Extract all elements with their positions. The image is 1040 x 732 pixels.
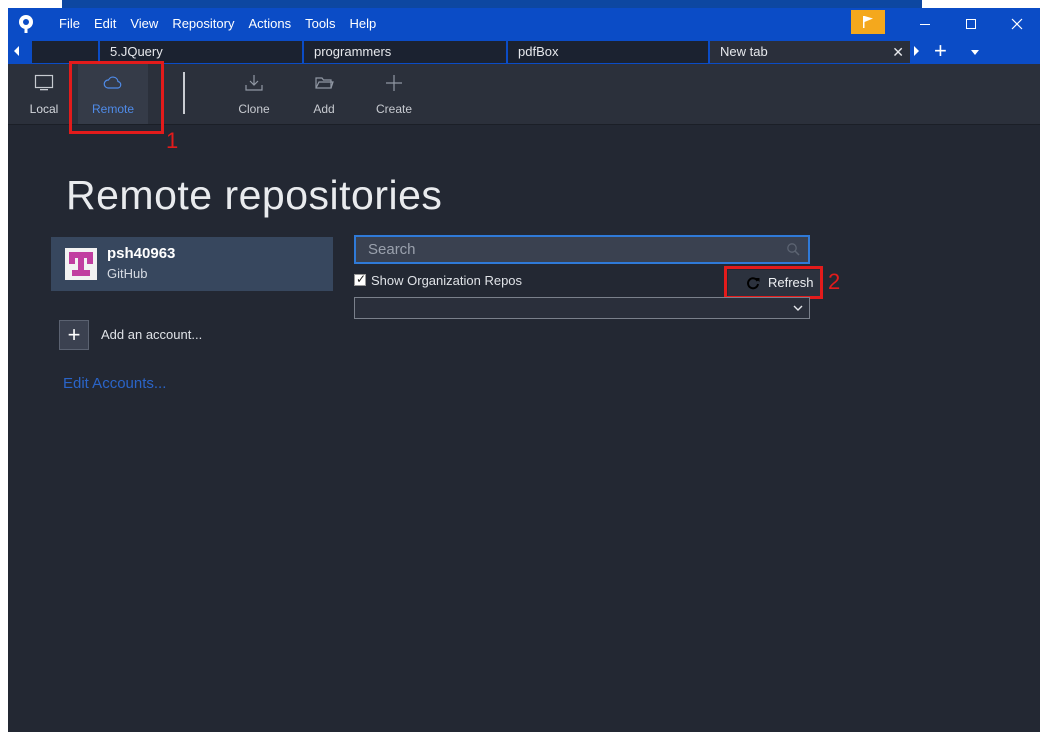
tab-close-icon[interactable]: ✕ [892,41,904,63]
tab-new-tab[interactable]: New tab ✕ [710,41,910,63]
maximize-icon [966,19,976,29]
toolbar-separator [183,72,185,114]
show-org-repos-label: Show Organization Repos [371,273,523,288]
annotation-box-2 [724,266,823,299]
add-account-label: Add an account... [101,327,203,342]
edit-accounts-link[interactable]: Edit Accounts... [63,375,166,392]
menu-help[interactable]: Help [342,16,383,31]
sourcetree-logo-icon [19,15,33,33]
menu-actions[interactable]: Actions [241,16,298,31]
close-icon [1011,18,1023,30]
menu-bar: File Edit View Repository Actions Tools … [8,8,1040,40]
new-tab-plus-icon[interactable]: + [934,39,947,63]
account-card[interactable]: psh40963 GitHub [51,237,333,291]
tab-scroll-left-icon[interactable] [14,46,19,56]
menu-repository[interactable]: Repository [165,16,241,31]
checkbox[interactable]: ✓ [354,272,367,286]
clone-button[interactable]: Clone [219,64,289,124]
close-window-button[interactable] [994,8,1040,40]
create-label: Create [375,102,413,116]
add-account-plus-icon: + [59,320,89,350]
tab-scroll-right-icon[interactable] [914,46,919,56]
tab-pdfbox[interactable]: pdfBox [508,41,708,63]
account-type: GitHub [107,266,148,281]
add-button[interactable]: Add [289,64,359,124]
repository-select[interactable] [354,297,810,319]
tab-blank[interactable] [32,41,98,63]
tab-label: 5.JQuery [110,44,163,59]
maximize-button[interactable] [948,8,994,40]
menu-tools[interactable]: Tools [298,16,342,31]
folder-open-icon [315,77,334,89]
annotation-box-1 [69,61,164,134]
tab-label: New tab [720,44,768,59]
tab-list-chevron-down-icon[interactable] [971,50,979,55]
minimize-button[interactable] [902,8,948,40]
monitor-icon [34,74,54,91]
chevron-down-icon [793,305,803,311]
tab-label: pdfBox [518,44,559,59]
annotation-number-1: 1 [166,128,179,153]
menu-view[interactable]: View [123,16,165,31]
search-placeholder: Search [368,241,416,258]
search-input[interactable]: Search [354,235,810,264]
tab-label: programmers [314,44,392,59]
clone-label: Clone [238,102,270,116]
menu-edit[interactable]: Edit [87,16,123,31]
create-button[interactable]: Create [359,64,429,124]
annotation-number-2: 2 [828,269,841,294]
account-name: psh40963 [107,245,176,262]
menu-file[interactable]: File [52,16,87,31]
minimize-icon [920,24,930,25]
avatar [65,248,97,280]
notification-flag-button[interactable] [851,10,885,34]
download-icon [245,75,263,91]
tab-5-jquery[interactable]: 5.JQuery [100,41,302,63]
add-label: Add [313,102,335,116]
background-window-strip [62,0,922,8]
flag-icon [863,16,873,28]
tab-programmers[interactable]: programmers [304,41,506,63]
page-title: Remote repositories [66,172,443,218]
plus-icon [386,75,402,91]
check-icon: ✓ [356,272,367,286]
search-icon [787,243,800,256]
sourcetree-window: File Edit View Repository Actions Tools … [8,8,1040,732]
